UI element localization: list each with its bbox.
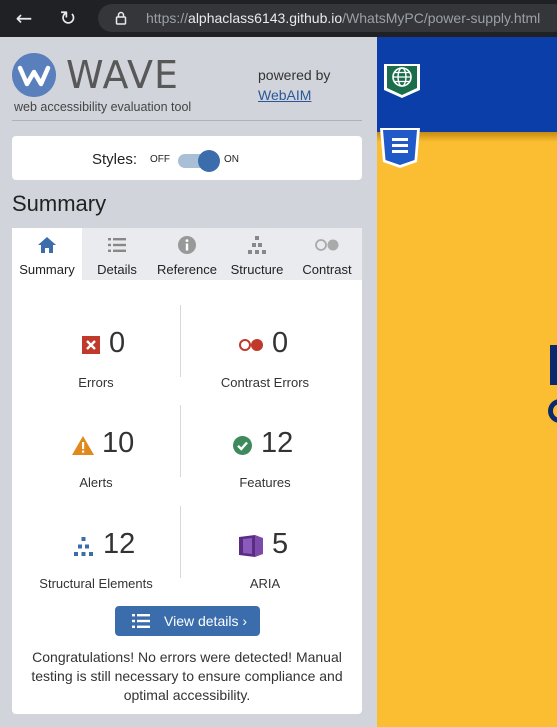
- tab-summary[interactable]: Summary: [12, 228, 82, 280]
- tab-reference[interactable]: Reference: [152, 228, 222, 280]
- alerts-count: 10: [102, 427, 135, 459]
- errors-count: 0: [109, 327, 126, 359]
- tab-details[interactable]: Details: [82, 228, 152, 280]
- errors-label: Errors: [78, 375, 114, 390]
- tab-structure[interactable]: Structure: [222, 228, 292, 280]
- styles-label: Styles:: [92, 151, 138, 168]
- url-path: /WhatsMyPC/power-supply.html: [342, 10, 541, 26]
- reload-icon[interactable]: ↻: [54, 5, 82, 31]
- wave-title: WAVE: [66, 53, 180, 97]
- url-host: alphaclass6143.github.io: [188, 10, 343, 26]
- list-icon: [132, 614, 150, 628]
- summary-heading: Summary: [12, 191, 107, 216]
- header-divider: [12, 120, 362, 121]
- wave-tagline: web accessibility evaluation tool: [14, 100, 192, 114]
- features-label: Features: [239, 475, 291, 490]
- contrast-icon: [315, 239, 339, 251]
- styles-toggle-knob[interactable]: [198, 150, 220, 172]
- stat-structural-elements[interactable]: 12 Structural Elements: [12, 528, 180, 600]
- powered-by-text: powered by: [258, 67, 331, 83]
- features-count: 12: [261, 427, 294, 459]
- aria-icon: [239, 535, 263, 557]
- page-edge-graphic: [548, 345, 557, 423]
- aria-label: ARIA: [249, 576, 281, 591]
- stat-contrast-errors[interactable]: 0 Contrast Errors: [181, 327, 349, 399]
- hierarchy-icon: [248, 236, 266, 254]
- url-text: https://alphaclass6143.github.io/WhatsMy…: [146, 10, 540, 26]
- styles-off-label: OFF: [150, 154, 170, 165]
- aria-count: 5: [272, 528, 289, 560]
- css-icon[interactable]: [380, 126, 420, 168]
- alert-icon: [72, 436, 94, 455]
- error-icon: [82, 336, 100, 354]
- styles-toggle-card: Styles: OFF ON: [12, 136, 362, 180]
- summary-panel: 0 Errors 0 Contrast Errors 10 Alerts 12 …: [12, 280, 362, 714]
- tab-structure-label: Structure: [230, 262, 284, 277]
- styles-on-label: ON: [224, 154, 239, 165]
- contrast-errors-count: 0: [272, 327, 289, 359]
- alerts-label: Alerts: [79, 475, 113, 490]
- wave-sidebar: WAVE web accessibility evaluation tool p…: [0, 37, 377, 727]
- tab-summary-label: Summary: [19, 262, 75, 277]
- wave-logo-icon: [12, 53, 56, 97]
- webaim-link[interactable]: WebAIM: [258, 87, 311, 103]
- lock-icon[interactable]: [115, 11, 127, 25]
- info-icon: [178, 236, 196, 254]
- stat-features[interactable]: 12 Features: [181, 427, 349, 499]
- contrast-errors-label: Contrast Errors: [220, 375, 310, 390]
- browser-toolbar: ← ↻ https://alphaclass6143.github.io/Wha…: [0, 0, 557, 37]
- home-icon: [38, 237, 56, 253]
- structural-count: 12: [103, 528, 136, 560]
- tab-contrast[interactable]: Contrast: [292, 228, 362, 280]
- tab-details-label: Details: [97, 262, 137, 277]
- view-details-label: View details ›: [164, 613, 248, 629]
- congrats-message: Congratulations! No errors were detected…: [31, 649, 343, 703]
- url-prefix: https://: [146, 10, 189, 26]
- address-bar[interactable]: https://alphaclass6143.github.io/WhatsMy…: [98, 4, 557, 32]
- view-details-button[interactable]: View details ›: [115, 606, 260, 636]
- contrast-error-icon: [239, 339, 263, 351]
- stat-errors[interactable]: 0 Errors: [12, 327, 180, 399]
- list-icon: [108, 238, 126, 252]
- tab-contrast-label: Contrast: [302, 262, 352, 277]
- panel-tabs: Summary Details Reference Structure Cont…: [12, 228, 362, 280]
- stat-alerts[interactable]: 10 Alerts: [12, 427, 180, 499]
- structure-icon: [74, 537, 93, 556]
- feature-check-icon: [233, 436, 252, 455]
- language-icon[interactable]: [382, 60, 422, 100]
- tab-reference-label: Reference: [157, 262, 217, 277]
- structural-label: Structural Elements: [39, 576, 153, 591]
- back-arrow-icon[interactable]: ←: [10, 5, 38, 31]
- stat-aria[interactable]: 5 ARIA: [181, 528, 349, 600]
